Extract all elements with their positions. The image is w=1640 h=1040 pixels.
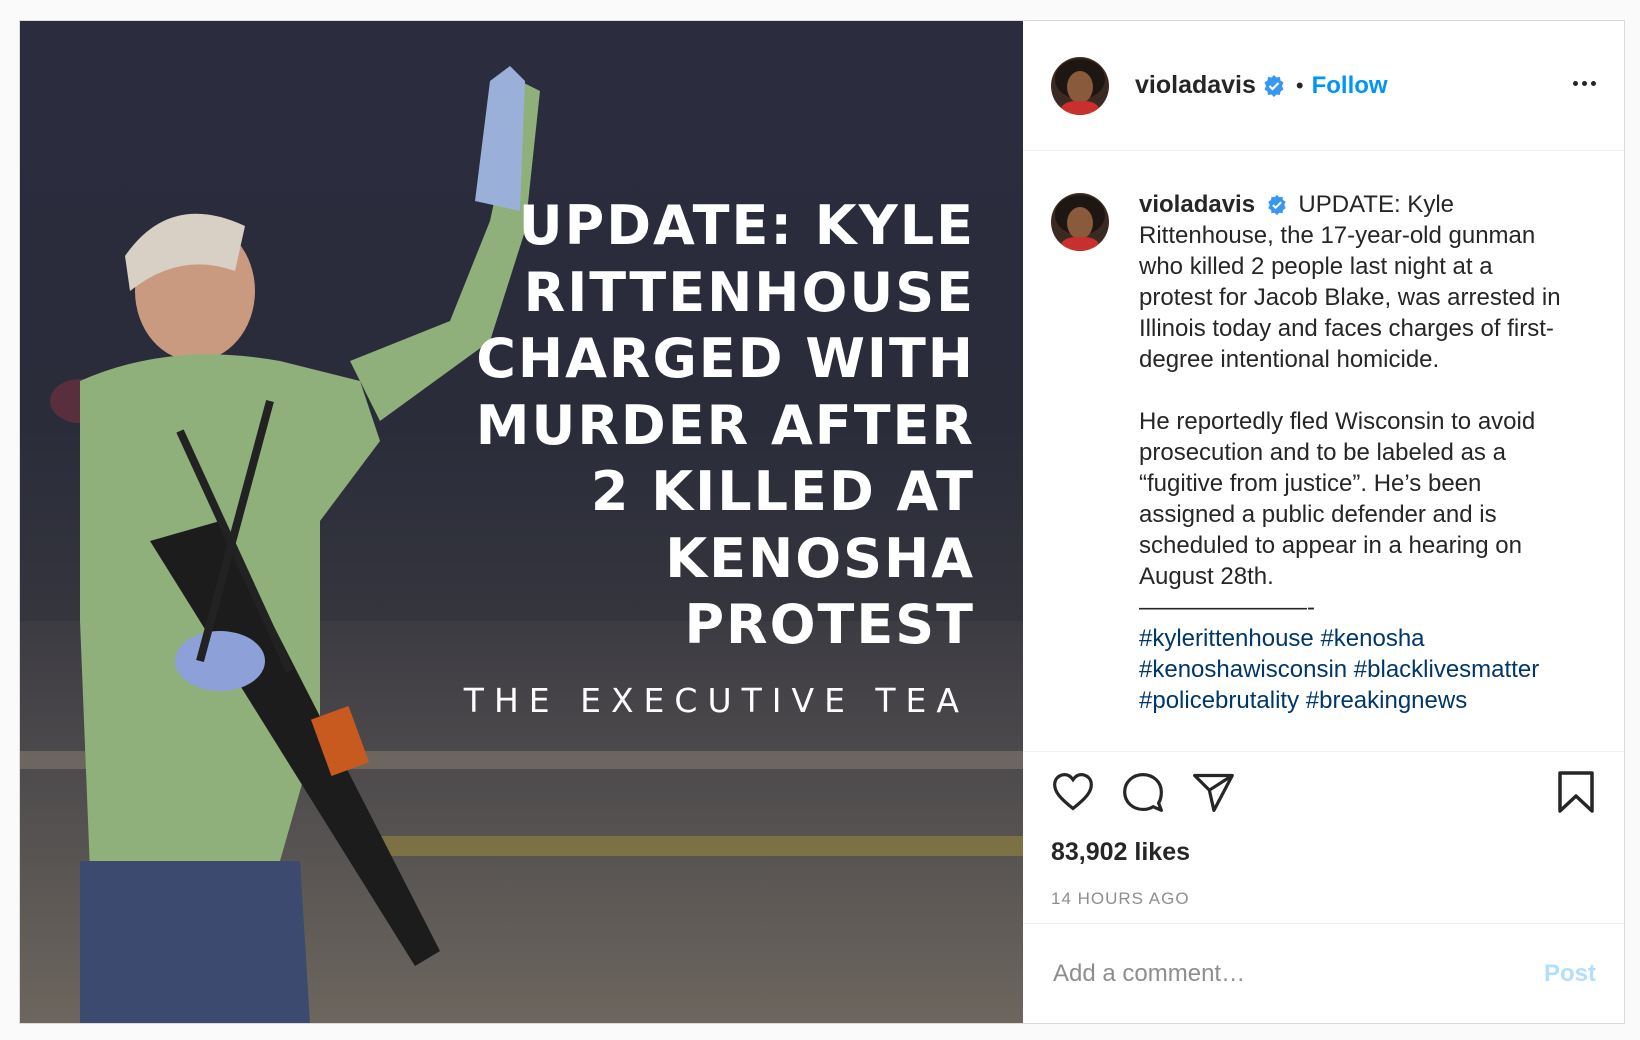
headline-line: KENOSHA <box>665 526 975 590</box>
comment-input[interactable] <box>1051 958 1544 989</box>
likes-count[interactable]: 83,902 likes <box>1023 838 1624 867</box>
headline-line: RITTENHOUSE <box>523 260 975 324</box>
caption-paragraph: He reportedly fled Wisconsin to avoid pr… <box>1139 408 1536 590</box>
header-username[interactable]: violadavis <box>1135 71 1256 100</box>
image-headline: UPDATE: KYLE RITTENHOUSE CHARGED WITH MU… <box>415 193 975 659</box>
image-brand-text: THE EXECUTIVE TEA <box>463 681 969 720</box>
more-options-icon[interactable] <box>1573 81 1596 86</box>
separator-dot: • <box>1295 72 1304 98</box>
caption-text: violadavis UPDATE: Kyle Rittenhouse, the… <box>1139 189 1569 716</box>
post-header: violadavis • Follow <box>1023 21 1624 151</box>
bookmark-icon[interactable] <box>1556 770 1596 814</box>
verified-badge-icon <box>1268 194 1286 216</box>
headline-line: UPDATE: KYLE <box>518 194 975 257</box>
post-image[interactable]: UPDATE: KYLE RITTENHOUSE CHARGED WITH MU… <box>20 21 1023 1023</box>
post-sidebar: violadavis • Follow violadavis UPDATE: K… <box>1023 21 1624 1023</box>
avatar[interactable] <box>1051 56 1109 115</box>
headline-line: 2 KILLED AT <box>590 460 975 523</box>
caption-avatar[interactable] <box>1051 193 1109 251</box>
comment-icon[interactable] <box>1121 770 1165 814</box>
caption-comment: violadavis UPDATE: Kyle Rittenhouse, the… <box>1023 151 1624 716</box>
post-timestamp[interactable]: 14 HOURS AGO <box>1023 889 1624 909</box>
comment-bar: Post <box>1023 923 1624 1023</box>
caption-hashtags[interactable]: #kylerittenhouse #kenosha #kenoshawiscon… <box>1139 623 1569 716</box>
caption-divider: ———————- <box>1139 594 1315 621</box>
heart-icon[interactable] <box>1051 770 1095 814</box>
verified-badge-icon <box>1264 74 1284 97</box>
caption-username[interactable]: violadavis <box>1139 191 1255 218</box>
follow-button[interactable]: Follow <box>1312 72 1388 100</box>
headline-line: MURDER AFTER <box>475 393 975 457</box>
headline-line: CHARGED WITH <box>476 327 975 390</box>
paper-plane-icon[interactable] <box>1191 770 1235 814</box>
headline-line: PROTEST <box>684 593 975 656</box>
action-bar <box>1023 752 1624 832</box>
caption-section[interactable]: violadavis UPDATE: Kyle Rittenhouse, the… <box>1023 151 1624 752</box>
instagram-post: UPDATE: KYLE RITTENHOUSE CHARGED WITH MU… <box>19 20 1625 1024</box>
post-comment-button[interactable]: Post <box>1544 960 1596 988</box>
caption-paragraph: UPDATE: Kyle Rittenhouse, the 17-year-ol… <box>1139 191 1561 373</box>
